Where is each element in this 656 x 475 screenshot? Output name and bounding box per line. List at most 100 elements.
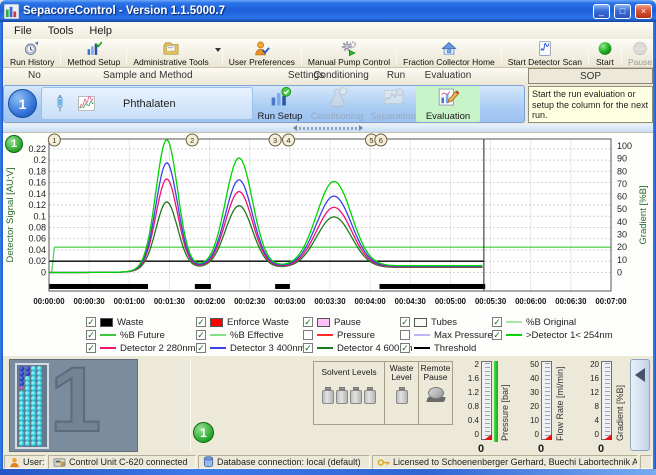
rack-tube-position[interactable] xyxy=(37,376,42,381)
minimize-button[interactable]: _ xyxy=(593,4,610,19)
rack-tube-position[interactable] xyxy=(31,391,36,396)
rack-tube-position[interactable] xyxy=(25,441,30,446)
rack-tube-position[interactable] xyxy=(19,416,24,421)
rack-tube-position[interactable] xyxy=(31,401,36,406)
legend-checkbox[interactable]: ✓ xyxy=(196,343,206,353)
rack-tube-position[interactable] xyxy=(25,401,30,406)
rack-tube-position[interactable] xyxy=(31,381,36,386)
rack-tube-position[interactable] xyxy=(37,436,42,441)
legend-checkbox[interactable]: ✓ xyxy=(400,343,410,353)
rack-tube-position[interactable] xyxy=(25,406,30,411)
queue-row[interactable]: 1PhthalatenRun SetupConditioningSeparati… xyxy=(3,85,653,124)
rack-tube-position[interactable] xyxy=(31,371,36,376)
rack-tube-position[interactable] xyxy=(37,426,42,431)
legend-checkbox[interactable]: ✓ xyxy=(492,330,502,340)
rack-tube-position[interactable] xyxy=(37,381,42,386)
rack-tube-position[interactable] xyxy=(31,366,36,371)
rack-tube-position[interactable] xyxy=(19,421,24,426)
rack-tube-position[interactable] xyxy=(25,416,30,421)
rack-tube-position[interactable] xyxy=(37,401,42,406)
pause-button[interactable]: STOPPause xyxy=(623,40,656,67)
rack-tube-position[interactable] xyxy=(31,431,36,436)
rack-tube-position[interactable] xyxy=(37,441,42,446)
rack-tube-position[interactable] xyxy=(25,426,30,431)
rack-tray[interactable]: + xyxy=(15,363,49,449)
panel-splitter-handle[interactable] xyxy=(293,126,363,131)
legend-checkbox[interactable] xyxy=(400,330,410,340)
step-evaluation-button[interactable]: Evaluation xyxy=(416,86,480,122)
sample-and-method-cell[interactable]: Phthalaten xyxy=(41,87,253,120)
rack-tube-position[interactable] xyxy=(25,386,30,391)
rack-tube-position[interactable] xyxy=(19,406,24,411)
rack-tube-position[interactable] xyxy=(31,406,36,411)
rack-tube-position[interactable] xyxy=(37,371,42,376)
legend-checkbox[interactable]: ✓ xyxy=(86,343,96,353)
rack-tube-position[interactable] xyxy=(19,411,24,416)
menu-item-tools[interactable]: Tools xyxy=(41,24,81,38)
method-setup-button[interactable]: Method Setup xyxy=(62,40,125,67)
rack-tube-position[interactable] xyxy=(31,416,36,421)
collapse-panel-button[interactable] xyxy=(630,359,650,451)
rack-tube-position[interactable] xyxy=(31,376,36,381)
rack-tube-position[interactable] xyxy=(19,366,24,371)
rack-tube-position[interactable] xyxy=(31,411,36,416)
rack-tube-position[interactable] xyxy=(25,376,30,381)
rack-tube-position[interactable] xyxy=(19,426,24,431)
start-detector-scan-button[interactable]: Start Detector Scan xyxy=(503,40,587,67)
rack-tube-position[interactable] xyxy=(19,401,24,406)
rack-tube-position[interactable] xyxy=(37,416,42,421)
rack-tube-position[interactable] xyxy=(37,366,42,371)
rack-tube-position[interactable] xyxy=(37,391,42,396)
rack-tube-position[interactable] xyxy=(25,381,30,386)
legend-checkbox[interactable]: ✓ xyxy=(196,330,206,340)
rack-tube-position[interactable] xyxy=(37,421,42,426)
rack-tube-position[interactable] xyxy=(37,396,42,401)
legend-checkbox[interactable]: ✓ xyxy=(303,317,313,327)
legend-checkbox[interactable]: ✓ xyxy=(196,317,206,327)
rack-tube-position[interactable] xyxy=(25,391,30,396)
fraction-collector-home-button[interactable]: Fraction Collector Home xyxy=(398,40,500,67)
rack-tube-position[interactable] xyxy=(25,421,30,426)
legend-checkbox[interactable]: ✓ xyxy=(492,317,502,327)
rack-tube-position[interactable] xyxy=(19,391,24,396)
rack-tube-position[interactable] xyxy=(19,396,24,401)
panel-splitter[interactable] xyxy=(3,124,653,132)
rack-tube-position[interactable] xyxy=(31,441,36,446)
rack-tube-position[interactable] xyxy=(19,436,24,441)
menu-item-help[interactable]: Help xyxy=(82,24,119,38)
legend-checkbox[interactable]: ✓ xyxy=(86,317,96,327)
close-button[interactable]: × xyxy=(635,4,652,19)
legend-checkbox[interactable]: ✓ xyxy=(303,343,313,353)
dropdown-arrow-icon[interactable] xyxy=(215,48,221,52)
rack-tube-position[interactable] xyxy=(19,441,24,446)
rack-tube-position[interactable] xyxy=(31,436,36,441)
rack-tube-position[interactable] xyxy=(31,426,36,431)
manual-pump-control-button[interactable]: Manual Pump Control xyxy=(303,40,395,67)
rack-tube-position[interactable] xyxy=(19,371,24,376)
title-bar[interactable]: SepacoreControl - Version 1.1.5000.7 _ □… xyxy=(0,0,656,22)
step-conditioning-button[interactable]: Conditioning xyxy=(305,86,369,122)
legend-checkbox[interactable]: ✓ xyxy=(86,330,96,340)
step-run-setup-button[interactable]: Run Setup xyxy=(248,86,312,122)
rack-tube-position[interactable]: + xyxy=(19,386,24,391)
start-button[interactable]: Start xyxy=(590,40,620,67)
fraction-collector-rack-panel[interactable]: 1 + xyxy=(9,359,138,452)
menu-item-file[interactable]: File xyxy=(7,24,39,38)
rack-tube-position[interactable] xyxy=(19,376,24,381)
rack-tube-position[interactable] xyxy=(31,386,36,391)
rack-tube-position[interactable] xyxy=(25,371,30,376)
rack-tube-position[interactable] xyxy=(25,396,30,401)
rack-tube-position[interactable] xyxy=(25,411,30,416)
rack-tube-position[interactable] xyxy=(37,406,42,411)
rack-tube-position[interactable] xyxy=(37,431,42,436)
legend-checkbox[interactable] xyxy=(303,330,313,340)
rack-tube-position[interactable] xyxy=(31,396,36,401)
rack-tube-position[interactable] xyxy=(37,386,42,391)
maximize-button[interactable]: □ xyxy=(614,4,631,19)
user-preferences-button[interactable]: User Preferences xyxy=(224,40,300,67)
rack-tube-position[interactable] xyxy=(25,436,30,441)
legend-checkbox[interactable]: ✓ xyxy=(400,317,410,327)
rack-tube-position[interactable] xyxy=(25,431,30,436)
administrative-tools-button[interactable]: Administrative Tools xyxy=(128,40,220,67)
rack-tube-position[interactable] xyxy=(37,411,42,416)
